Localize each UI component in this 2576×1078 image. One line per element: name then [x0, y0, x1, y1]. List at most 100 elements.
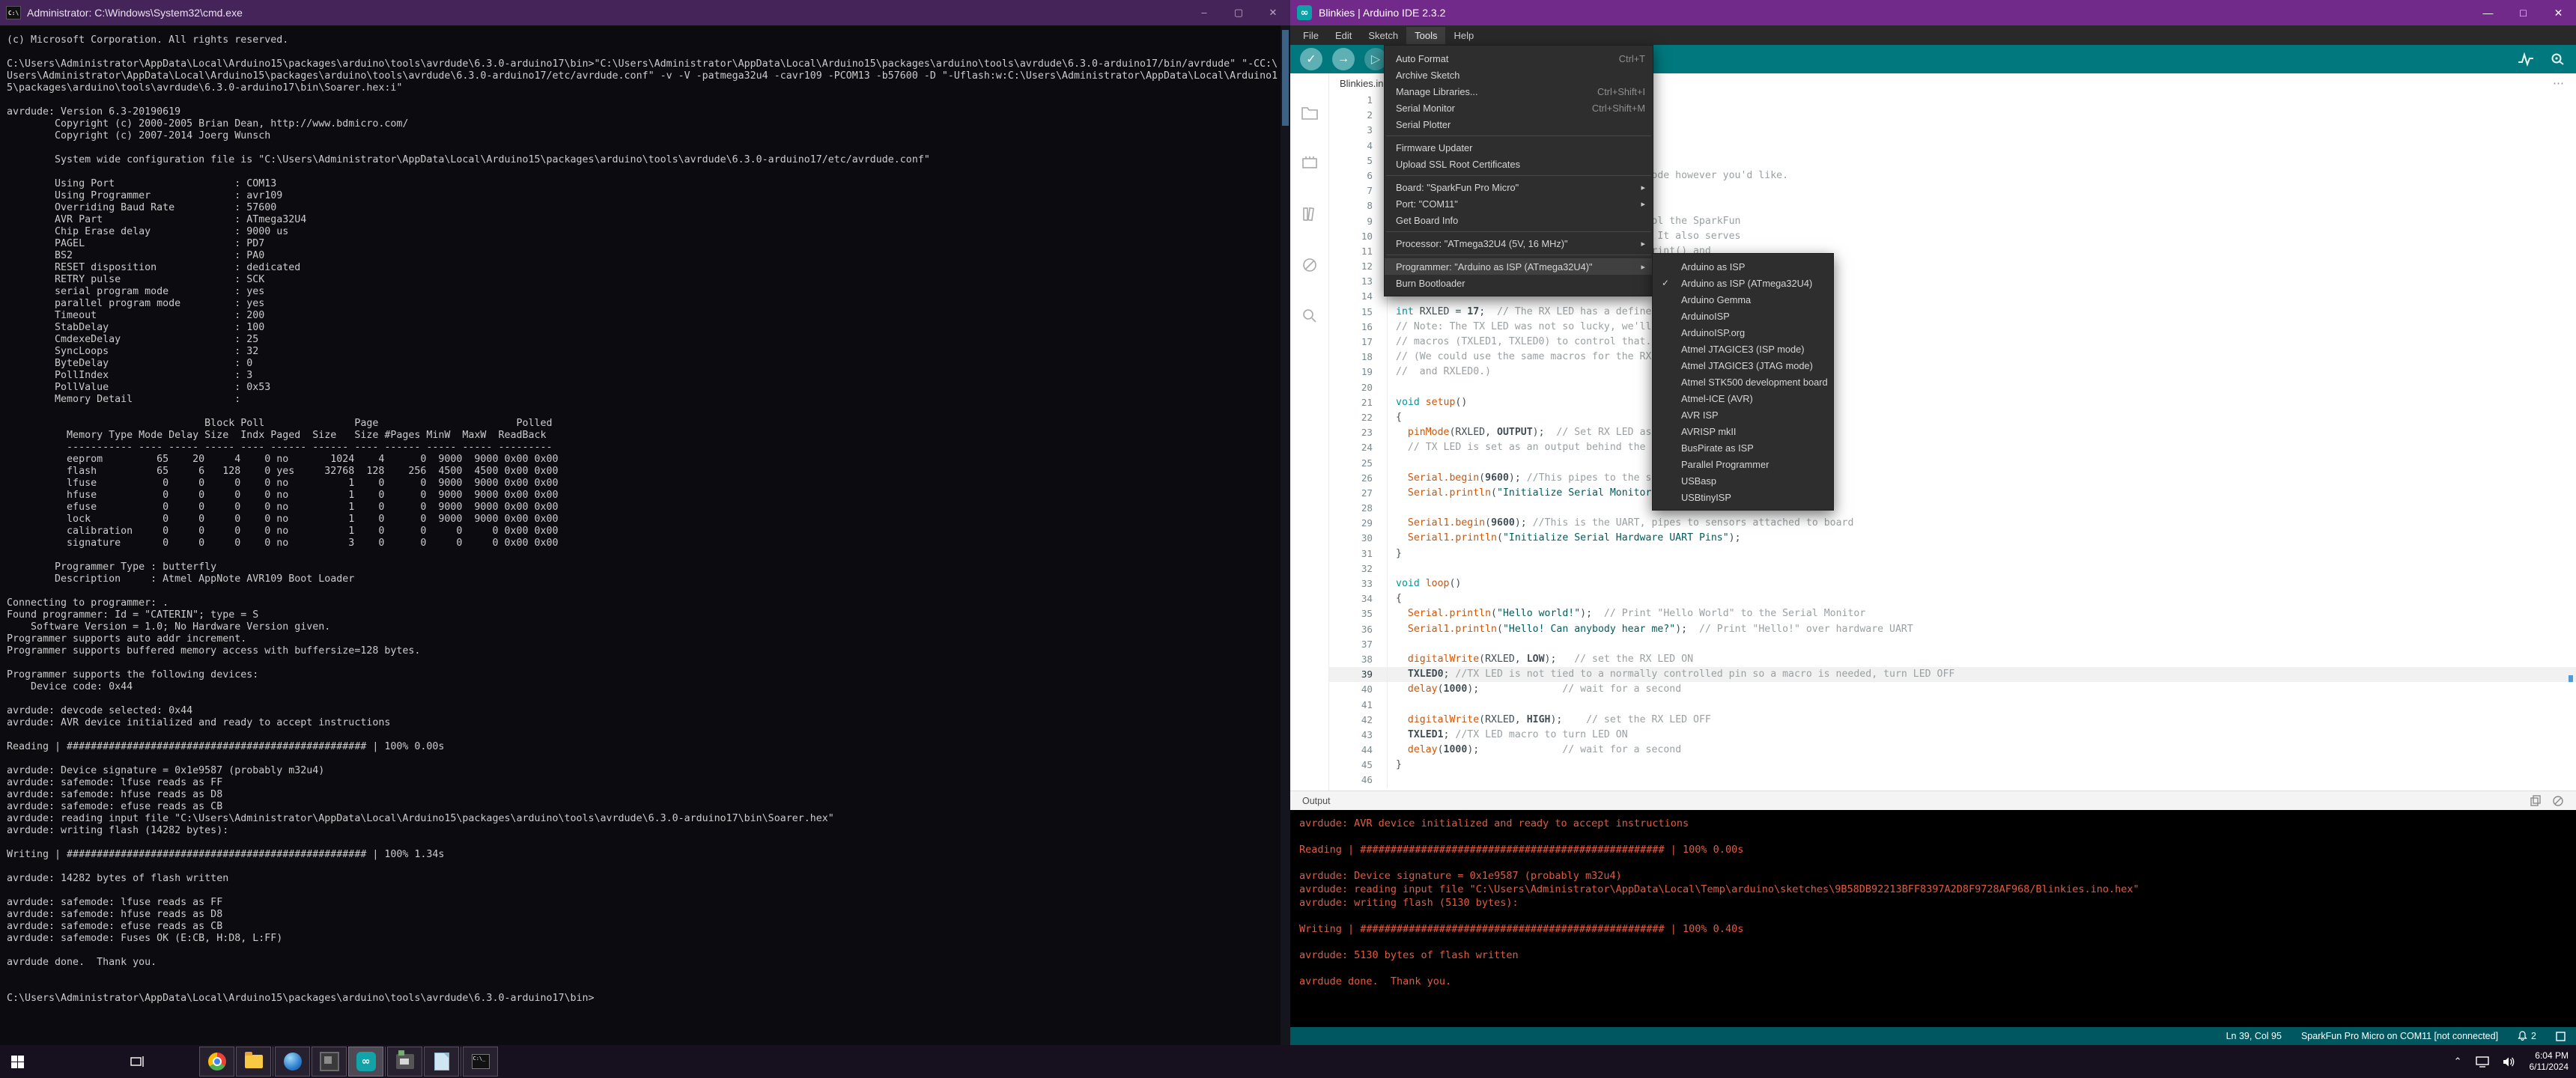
verify-button[interactable]: ✓	[1300, 48, 1322, 70]
boards-manager-icon[interactable]	[1301, 154, 1319, 172]
programmer-option[interactable]: Arduino as ISP	[1653, 258, 1833, 275]
start-button[interactable]	[0, 1045, 34, 1078]
tools-menu-item[interactable]: Serial MonitorCtrl+Shift+M	[1385, 100, 1653, 116]
taskbar-arduino-ide[interactable]: ∞	[348, 1047, 383, 1077]
tools-menu-item[interactable]: Manage Libraries...Ctrl+Shift+I	[1385, 83, 1653, 100]
serial-monitor-icon[interactable]	[2549, 52, 2566, 67]
menu-edit[interactable]: Edit	[1327, 27, 1360, 44]
programmer-option[interactable]: BusPirate as ISP	[1653, 439, 1833, 456]
code-line-20[interactable]: 20	[1329, 380, 2576, 395]
network-icon[interactable]	[2476, 1056, 2489, 1068]
programmer-option[interactable]: USBasp	[1653, 472, 1833, 489]
cmd-close-button[interactable]: ✕	[1256, 7, 1290, 19]
search-icon[interactable]	[1301, 307, 1319, 325]
programmer-option[interactable]: USBtinyISP	[1653, 489, 1833, 505]
code-line-29[interactable]: 29 Serial1.begin(9600); //This is the UA…	[1329, 516, 2576, 531]
ide-minimize-button[interactable]: —	[2470, 0, 2506, 25]
code-line-15[interactable]: 15int RXLED = 17; // The RX LED has a de…	[1329, 305, 2576, 320]
tools-menu-item[interactable]: Upload SSL Root Certificates	[1385, 156, 1653, 172]
tools-menu-item[interactable]: Burn Bootloader	[1385, 275, 1653, 291]
code-line-25[interactable]: 25	[1329, 456, 2576, 471]
code-line-16[interactable]: 16// Note: The TX LED was not so lucky, …	[1329, 320, 2576, 335]
code-line-36[interactable]: 36 Serial1.println("Hello! Can anybody h…	[1329, 622, 2576, 637]
code-line-31[interactable]: 31}	[1329, 546, 2576, 561]
cmd-scrollbar-thumb[interactable]	[1282, 30, 1289, 126]
code-line-17[interactable]: 17// macros (TXLED1, TXLED0) to control …	[1329, 335, 2576, 350]
code-line-40[interactable]: 40 delay(1000); // wait for a second	[1329, 682, 2576, 697]
serial-plotter-icon[interactable]	[2518, 52, 2534, 67]
code-line-46[interactable]: 46	[1329, 773, 2576, 788]
programmer-option[interactable]: AVRISP mkII	[1653, 423, 1833, 439]
taskbar-notepad[interactable]	[424, 1047, 459, 1077]
taskbar-file-explorer[interactable]	[236, 1047, 271, 1077]
code-line-22[interactable]: 22{	[1329, 410, 2576, 425]
tools-menu-item[interactable]: Get Board Info	[1385, 212, 1653, 228]
code-line-19[interactable]: 19// and RXLED0.)	[1329, 365, 2576, 380]
code-line-45[interactable]: 45}	[1329, 758, 2576, 773]
code-line-37[interactable]: 37	[1329, 637, 2576, 652]
programmer-option[interactable]: Arduino Gemma	[1653, 291, 1833, 308]
ide-close-button[interactable]: ✕	[2541, 0, 2576, 25]
code-line-28[interactable]: 28	[1329, 501, 2576, 516]
programmer-option[interactable]: Atmel JTAGICE3 (JTAG mode)	[1653, 357, 1833, 374]
programmer-option[interactable]: ArduinoISP.org	[1653, 324, 1833, 341]
taskbar-device-tool[interactable]	[312, 1047, 347, 1077]
code-line-39[interactable]: 39 TXLED0; //TX LED is not tied to a nor…	[1329, 667, 2576, 682]
tools-menu-item[interactable]: Port: "COM11"▸	[1385, 195, 1653, 212]
ide-titlebar[interactable]: ∞ Blinkies | Arduino IDE 2.3.2 — □ ✕	[1290, 0, 2576, 25]
programmer-option[interactable]: ArduinoISP	[1653, 308, 1833, 324]
taskbar-browser-globe[interactable]	[275, 1047, 310, 1077]
programmer-option[interactable]: Atmel STK500 development board	[1653, 374, 1833, 390]
volume-icon[interactable]	[2503, 1056, 2516, 1068]
tools-menu-item[interactable]: Board: "SparkFun Pro Micro"▸	[1385, 179, 1653, 195]
tools-menu-item[interactable]: Programmer: "Arduino as ISP (ATmega32U4)…	[1385, 258, 1653, 275]
tray-chevron-icon[interactable]: ⌃	[2454, 1056, 2462, 1068]
code-line-18[interactable]: 18// (We could use the same macros for t…	[1329, 350, 2576, 365]
copy-output-icon[interactable]	[2530, 795, 2542, 807]
code-line-23[interactable]: 23 pinMode(RXLED, OUTPUT); // Set RX LED…	[1329, 425, 2576, 440]
notifications-badge[interactable]: 2	[2518, 1031, 2536, 1041]
code-line-43[interactable]: 43 TXLED1; //TX LED macro to turn LED ON	[1329, 728, 2576, 743]
debug-sidebar-icon[interactable]	[1301, 256, 1319, 274]
taskbar-chrome[interactable]	[199, 1047, 234, 1077]
cmd-maximize-button[interactable]: ▢	[1221, 7, 1256, 19]
output-console[interactable]: avrdude: AVR device initialized and read…	[1290, 810, 2576, 1027]
taskbar-machine-app[interactable]	[387, 1047, 422, 1077]
taskbar-cmd[interactable]: C:\_	[463, 1047, 498, 1077]
code-line-27[interactable]: 27 Serial.println("Initialize Serial Mon…	[1329, 486, 2576, 501]
task-view-button[interactable]	[123, 1045, 153, 1078]
cmd-output-text[interactable]: (c) Microsoft Corporation. All rights re…	[0, 25, 1278, 1005]
tools-menu-item[interactable]: Firmware Updater	[1385, 139, 1653, 156]
code-line-42[interactable]: 42 digitalWrite(RXLED, HIGH); // set the…	[1329, 713, 2576, 728]
library-manager-icon[interactable]	[1301, 205, 1319, 223]
menu-sketch[interactable]: Sketch	[1360, 27, 1406, 44]
board-port-status[interactable]: SparkFun Pro Micro on COM11 [not connect…	[2301, 1031, 2498, 1041]
code-line-32[interactable]: 32	[1329, 561, 2576, 576]
code-line-44[interactable]: 44 delay(1000); // wait for a second	[1329, 743, 2576, 758]
code-line-24[interactable]: 24 // TX LED is set as an output behind …	[1329, 440, 2576, 455]
sketchbook-folder-icon[interactable]	[1301, 103, 1319, 121]
code-line-35[interactable]: 35 Serial.println("Hello world!"); // Pr…	[1329, 606, 2576, 621]
code-line-34[interactable]: 34{	[1329, 591, 2576, 606]
tools-menu-item[interactable]: Serial Plotter	[1385, 116, 1653, 133]
menu-file[interactable]: File	[1295, 27, 1327, 44]
tab-options-button[interactable]: ⋯	[2553, 76, 2566, 90]
code-line-21[interactable]: 21void setup()	[1329, 395, 2576, 410]
programmer-option[interactable]: AVR ISP	[1653, 406, 1833, 423]
cmd-scrollbar[interactable]	[1281, 25, 1290, 1045]
programmer-option[interactable]: Parallel Programmer	[1653, 456, 1833, 472]
tools-menu-item[interactable]: Processor: "ATmega32U4 (5V, 16 MHz)"▸	[1385, 235, 1653, 252]
ide-maximize-button[interactable]: □	[2506, 0, 2541, 25]
cursor-position[interactable]: Ln 39, Col 95	[2226, 1031, 2282, 1041]
panel-layout-icon[interactable]	[2556, 1032, 2566, 1041]
menu-tools[interactable]: Tools	[1406, 27, 1445, 44]
menu-help[interactable]: Help	[1445, 27, 1482, 44]
cmd-minimize-button[interactable]: –	[1187, 7, 1221, 19]
code-line-33[interactable]: 33void loop()	[1329, 576, 2576, 591]
clear-output-icon[interactable]	[2552, 795, 2564, 807]
code-line-41[interactable]: 41	[1329, 698, 2576, 713]
programmer-option[interactable]: ✓Arduino as ISP (ATmega32U4)	[1653, 275, 1833, 291]
programmer-option[interactable]: Atmel JTAGICE3 (ISP mode)	[1653, 341, 1833, 357]
tools-menu-item[interactable]: Auto FormatCtrl+T	[1385, 50, 1653, 67]
programmer-option[interactable]: Atmel-ICE (AVR)	[1653, 390, 1833, 406]
